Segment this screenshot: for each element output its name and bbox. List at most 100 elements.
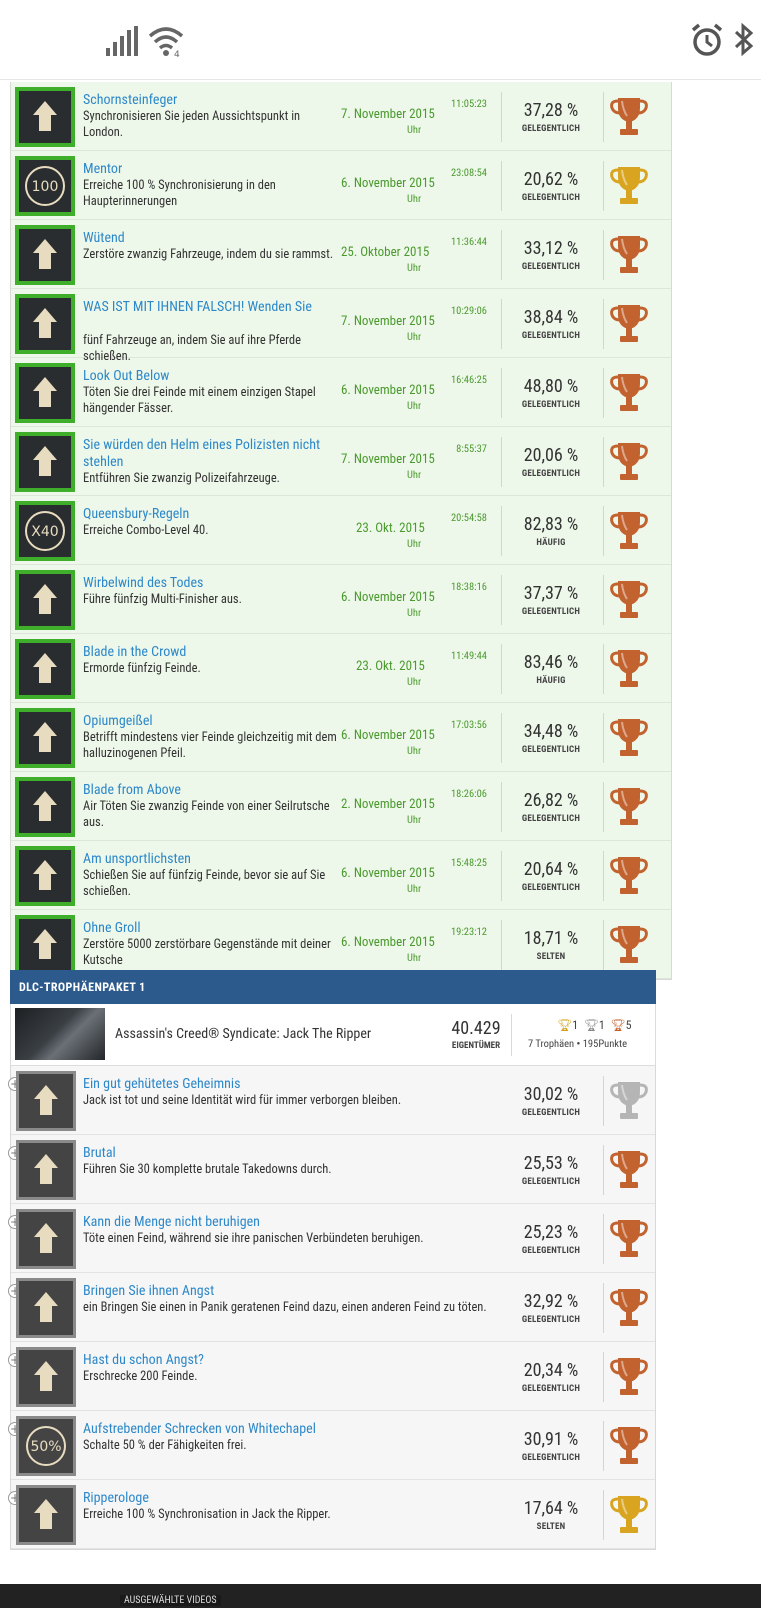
bronze-trophy-icon	[610, 1289, 648, 1326]
time-unit: Uhr	[407, 399, 422, 412]
gold-trophy-icon: 🏆︎	[557, 1018, 573, 1032]
trophy-title-link[interactable]: Schornsteinfeger	[83, 92, 177, 108]
divider	[603, 782, 604, 832]
rarity-percentage: 26,82 %	[523, 790, 579, 811]
rarity-label: GELEGENTLICH	[521, 1246, 581, 1256]
trophy-title-link[interactable]: Kann die Menge nicht beruhigen	[83, 1214, 260, 1230]
bronze-trophy-icon	[610, 443, 648, 480]
dlc-info-row[interactable]: Assassin's Creed® Syndicate: Jack The Ri…	[10, 1004, 656, 1066]
trophy-row[interactable]: + Hast du schon Angst? Erschrecke 200 Fein…	[8, 1342, 655, 1411]
divider	[603, 368, 604, 418]
trophy-title-link[interactable]: Queensbury-Regeln	[83, 506, 189, 522]
points-value: 195	[582, 1037, 599, 1050]
trophy-description: ein Bringen Sie einen in Panik geratenen…	[83, 1300, 487, 1315]
divider	[603, 299, 604, 349]
trophy-description: Erreiche 100 % Synchronisation in Jack t…	[83, 1507, 331, 1522]
divider	[501, 920, 502, 970]
trophy-title-link[interactable]: Ohne Groll	[83, 920, 141, 936]
trophy-title-link[interactable]: Ripperologe	[83, 1490, 149, 1506]
trophy-title-link[interactable]: Am unsportlichsten	[83, 851, 191, 867]
trophy-row[interactable]: + Kann die Menge nicht beruhigen Töte eine…	[8, 1204, 655, 1273]
trophy-row[interactable]: + Ripperologe Erreiche 100 % Synchronisati…	[8, 1480, 655, 1549]
trophy-title-link[interactable]: Sie würden den Helm eines Polizisten nic…	[83, 437, 343, 471]
earned-date: 6. November 2015	[341, 176, 435, 191]
divider	[603, 1352, 604, 1402]
trophy-title-link[interactable]: Wütend	[83, 230, 125, 246]
trophy-row[interactable]: Wirbelwind des Todes Führe fünfzig Multi-…	[11, 565, 671, 634]
dart-icon	[15, 708, 75, 768]
trophy-row[interactable]: + Brutal Führen Sie 30 komplette brutale T…	[8, 1135, 655, 1204]
divider	[501, 368, 502, 418]
trophy-row[interactable]: Sie würden den Helm eines Polizisten nic…	[11, 427, 671, 496]
trophy-row[interactable]: Wütend Zerstöre zwanzig Fahrzeuge, indem …	[11, 220, 671, 289]
bronze-trophy-icon	[610, 926, 648, 963]
earned-time: 16:46:25	[450, 373, 487, 386]
trophy-row[interactable]: Ohne Groll Zerstöre 5000 zerstörbare Gege…	[11, 910, 671, 979]
trophy-title-link[interactable]: Ein gut gehütetes Geheimnis	[83, 1076, 241, 1092]
trophy-row[interactable]: + Bringen Sie ihnen Angst ein Bringen Sie …	[8, 1273, 655, 1342]
bronze-trophy-icon	[610, 305, 648, 342]
trophy-title-link[interactable]: Look Out Below	[83, 368, 169, 384]
trophy-description: Jack ist tot und seine Identität wird fü…	[83, 1093, 402, 1108]
trophy-row[interactable]: +50% Aufstrebender Schrecken von Whitecha…	[8, 1411, 655, 1480]
rarity-percentage: 38,84 %	[523, 307, 579, 328]
trophy-title-link[interactable]: Mentor	[83, 161, 122, 177]
trophy-row[interactable]: WAS IST MIT IHNEN FALSCH! Wenden Sie fünf…	[11, 289, 671, 364]
trophy-description: Synchronisieren Sie jeden Aussichtspunkt…	[83, 109, 301, 140]
rarity-percentage: 33,12 %	[523, 238, 579, 259]
shatter-icon	[15, 915, 75, 975]
trophy-row[interactable]: Blade in the Crowd Ermorde fünfzig Feinde…	[11, 634, 671, 703]
trophy-row[interactable]: 100 Mentor Erreiche 100 % Synchronisierung…	[11, 151, 671, 220]
divider	[603, 920, 604, 970]
bluetooth-icon	[734, 22, 754, 57]
trophy-title-link[interactable]: WAS IST MIT IHNEN FALSCH! Wenden Sie	[83, 299, 343, 316]
trophy-description: Erreiche Combo-Level 40.	[83, 523, 209, 538]
bronze-trophy-icon	[610, 788, 648, 825]
skulls-icon	[15, 570, 75, 630]
trophy-title-link[interactable]: Blade in the Crowd	[83, 644, 186, 660]
earned-date: 7. November 2015	[341, 452, 435, 467]
trophy-row[interactable]: Am unsportlichsten Schießen Sie auf fünfz…	[11, 841, 671, 910]
trophy-description: Erschrecke 200 Feinde.	[83, 1369, 198, 1384]
time-unit: Uhr	[407, 192, 422, 205]
revolver-icon	[15, 846, 75, 906]
eagle-icon	[15, 87, 75, 147]
trophy-row[interactable]: Look Out Below Töten Sie drei Feinde mit …	[11, 358, 671, 427]
divider	[501, 506, 502, 556]
trophy-title-link[interactable]: Blade from Above	[83, 782, 181, 798]
dlc-section-header: DLC-TROPHÄENPAKET 1	[10, 970, 656, 1004]
barrels-icon	[15, 363, 75, 423]
trophy-title-link[interactable]: Brutal	[83, 1145, 116, 1161]
rarity-percentage: 30,02 %	[523, 1084, 579, 1105]
trophy-title-link[interactable]: Opiumgeißel	[83, 713, 153, 729]
divider	[603, 161, 604, 211]
earned-time: 10:29:06	[450, 304, 487, 317]
dlc-name[interactable]: Assassin's Creed® Syndicate: Jack The Ri…	[115, 1026, 371, 1042]
trophy-row[interactable]: Opiumgeißel Betrifft mindestens vier Fein…	[11, 703, 671, 772]
divider	[501, 851, 502, 901]
divider	[603, 92, 604, 142]
scared-faces-icon	[16, 1347, 76, 1407]
fist-icon	[16, 1140, 76, 1200]
trophy-title-link[interactable]: Aufstrebender Schrecken von Whitechapel	[83, 1421, 316, 1437]
trophy-title-link[interactable]: Bringen Sie ihnen Angst	[83, 1283, 214, 1299]
earned-date: 6. November 2015	[341, 866, 435, 881]
rarity-label: GELEGENTLICH	[521, 814, 581, 824]
flip-carriage-icon	[15, 294, 75, 354]
trophy-title-link[interactable]: Hast du schon Angst?	[83, 1352, 204, 1368]
trophy-title-link[interactable]: Wirbelwind des Todes	[83, 575, 203, 591]
featured-videos-label[interactable]: AUSGEWÄHLTE VIDEOS	[120, 1595, 221, 1606]
dlc-thumbnail[interactable]	[15, 1008, 105, 1060]
divider	[603, 1490, 604, 1540]
trophy-row[interactable]: X40 Queensbury-Regeln Erreiche Combo-Level…	[11, 496, 671, 565]
trophy-row[interactable]: Blade from Above Air Töten Sie zwanzig Fe…	[11, 772, 671, 841]
divider	[501, 713, 502, 763]
divider	[603, 1421, 604, 1471]
trophy-row[interactable]: Schornsteinfeger Synchronisieren Sie jede…	[11, 82, 671, 151]
trophy-description: Töten Sie drei Feinde mit einem einzigen…	[83, 385, 316, 416]
trophy-row[interactable]: + Ein gut gehütetes Geheimnis Jack ist tot…	[8, 1066, 655, 1135]
dlc-trophy-list: + Ein gut gehütetes Geheimnis Jack ist tot…	[8, 1066, 656, 1550]
owners-count: 40.429	[451, 1018, 501, 1039]
gold-trophy-icon	[610, 167, 648, 204]
earned-date: 6. November 2015	[341, 728, 435, 743]
